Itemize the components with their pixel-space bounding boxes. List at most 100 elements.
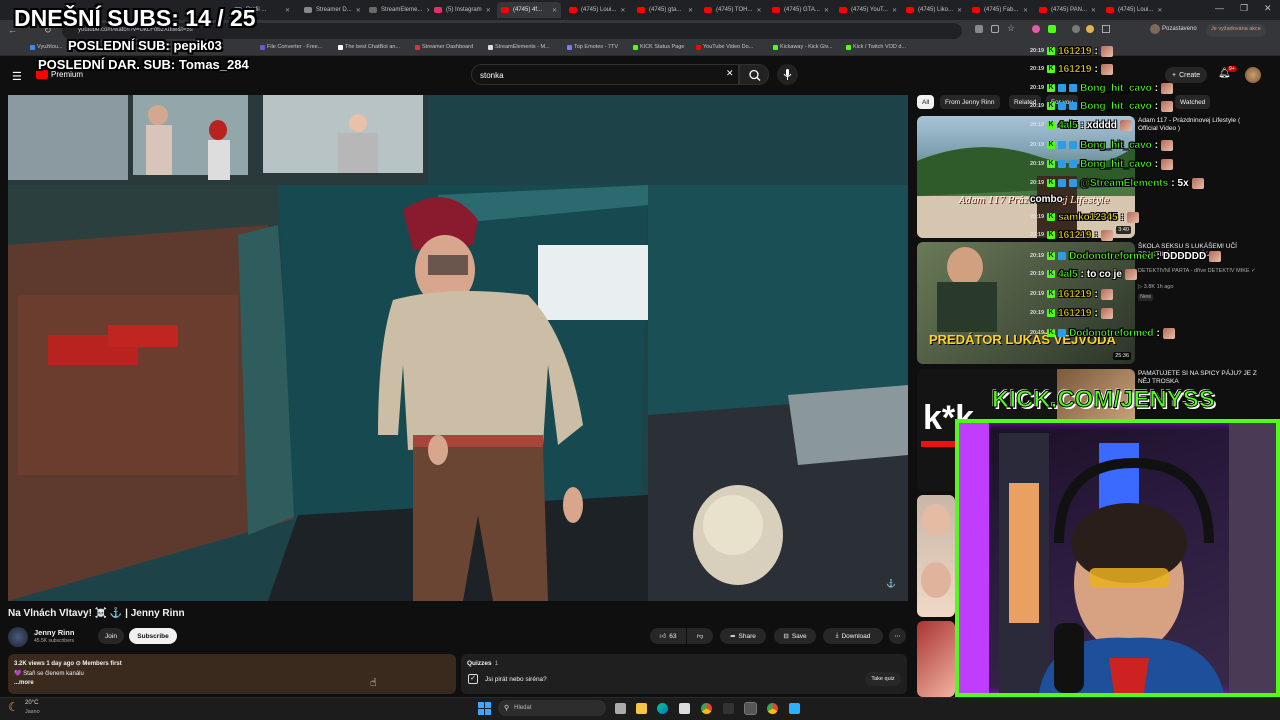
dislike-button[interactable]: 👎︎ [687, 628, 713, 644]
update-required-button[interactable]: Je vyžadována akce [1206, 24, 1266, 37]
chat-username[interactable]: Bong_hit_cavo [1080, 82, 1152, 93]
tab-close-icon[interactable]: ✕ [1019, 7, 1028, 14]
bookmark-item[interactable]: File Converter - Free... [260, 44, 322, 50]
like-button[interactable]: 👍︎ 63 [650, 628, 686, 644]
browser-tab[interactable]: StreamEleme... ✕ [365, 2, 429, 18]
clear-search-icon[interactable]: ✕ [726, 68, 734, 79]
minimize-icon[interactable]: — [1215, 3, 1224, 13]
bookmark-item[interactable]: Využitou... [30, 44, 62, 50]
bookmark-item[interactable]: Top Emotes - 7TV [567, 44, 618, 50]
avatar[interactable] [8, 627, 28, 647]
chat-username[interactable]: 161219 [1058, 229, 1092, 240]
tab-close-icon[interactable]: ✕ [281, 7, 290, 14]
tab-close-icon[interactable]: ✕ [548, 7, 557, 14]
filter-chip[interactable]: From Jenny Rinn [940, 95, 1000, 109]
related-title[interactable]: PAMATUJETE SI NA SPICY PÁJU? JE Z NĚJ TR… [1138, 370, 1263, 386]
related-thumbnail[interactable] [917, 495, 955, 617]
extension-icon[interactable] [1048, 25, 1056, 33]
browser-tab[interactable]: (4745) 4f... ✕ [497, 2, 561, 18]
share-button[interactable]: ➦ Share [720, 628, 766, 644]
translate-icon[interactable] [975, 25, 983, 33]
join-button[interactable]: Join [98, 628, 124, 644]
video-player[interactable]: ⚓ [8, 95, 908, 601]
extension-icon[interactable] [1032, 25, 1040, 33]
browser-tab[interactable]: (4745) gta... ✕ [633, 2, 697, 18]
filter-chip[interactable]: Watched [1175, 95, 1211, 109]
filter-chip[interactable]: All [917, 95, 935, 109]
show-more-link[interactable]: ...more [14, 680, 34, 686]
cast-icon[interactable] [991, 25, 999, 33]
more-actions-button[interactable]: ⋯ [889, 628, 906, 644]
search-input[interactable]: stonka [471, 64, 739, 85]
browser-tab[interactable]: (4745) TOH... ✕ [700, 2, 764, 18]
chat-username[interactable]: @StreamElements [1080, 177, 1169, 188]
taskbar-search[interactable]: ⚲ Hledat [498, 700, 606, 716]
chat-username[interactable]: 161219 [1058, 63, 1092, 74]
description-box[interactable]: 3.2K views 1 day ago ⊙ Members first 💜 S… [8, 654, 456, 694]
tab-close-icon[interactable]: ✕ [1153, 7, 1162, 14]
browser-tab[interactable]: (4745) Loui... ✕ [1102, 2, 1162, 18]
download-button[interactable]: ⤓ Download [823, 628, 883, 644]
extensions-puzzle-icon[interactable] [1102, 25, 1110, 33]
bookmark-item[interactable]: Streamer Dashboard [415, 44, 473, 50]
tab-close-icon[interactable]: ✕ [953, 7, 962, 14]
obs-icon[interactable] [744, 702, 757, 715]
task-view-icon[interactable] [615, 703, 626, 714]
tab-close-icon[interactable]: ✕ [482, 7, 491, 14]
close-window-icon[interactable]: ✕ [1264, 3, 1272, 14]
tab-close-icon[interactable]: ✕ [352, 7, 361, 14]
tab-close-icon[interactable]: ✕ [684, 7, 693, 14]
browser-tab[interactable]: (4745) YouT... ✕ [835, 2, 899, 18]
take-quiz-button[interactable]: Take quiz [865, 672, 901, 686]
app-icon[interactable] [789, 703, 800, 714]
chat-username[interactable]: 161219 [1058, 45, 1092, 56]
chrome-icon[interactable] [701, 703, 712, 714]
extension-icon[interactable] [1072, 25, 1080, 33]
chat-username[interactable]: Dodonotreformed [1069, 327, 1154, 338]
menu-icon[interactable]: ☰ [12, 70, 22, 83]
bookmark-item[interactable]: Kick / Twitch VOD d... [846, 44, 906, 50]
related-channel[interactable]: DETEKTIVNÍ PARTA - dříve DETEKTIV MIKE ✓ [1138, 268, 1263, 275]
chat-username[interactable]: 4al5 [1058, 119, 1078, 130]
bookmark-item[interactable]: Kickaway - Kick Giv... [773, 44, 832, 50]
windows-start-icon[interactable] [478, 702, 491, 715]
maximize-icon[interactable]: ❐ [1240, 3, 1248, 14]
bookmark-item[interactable]: The best ChatBot an... [338, 44, 400, 50]
search-button[interactable] [739, 64, 769, 85]
chat-username[interactable]: Bong_hit_cavo [1080, 158, 1152, 169]
browser-tab[interactable]: (4745) Liko... ✕ [902, 2, 966, 18]
chat-username[interactable]: 161219 [1058, 288, 1092, 299]
browser-tab[interactable]: (4745) PAN... ✕ [1035, 2, 1099, 18]
extension-icon[interactable] [1086, 25, 1094, 33]
browser-tab[interactable]: (4745) Fab... ✕ [968, 2, 1032, 18]
profile-status[interactable]: Pozastaveno [1162, 26, 1197, 32]
avatar[interactable] [1245, 67, 1261, 83]
file-explorer-icon[interactable] [636, 703, 647, 714]
avatar[interactable] [1150, 24, 1160, 34]
browser-tab[interactable]: Streamer D... ✕ [300, 2, 364, 18]
voice-search-button[interactable] [777, 64, 798, 85]
edge-icon[interactable] [657, 703, 668, 714]
related-thumbnail[interactable] [917, 621, 955, 697]
tab-close-icon[interactable]: ✕ [888, 7, 897, 14]
store-icon[interactable] [679, 703, 690, 714]
browser-tab[interactable]: (4745) GTA... ✕ [768, 2, 832, 18]
bookmark-item[interactable]: StreamElements - M... [488, 44, 550, 50]
chat-username[interactable]: 161219 [1058, 307, 1092, 318]
subscribe-button[interactable]: Subscribe [129, 628, 177, 644]
tab-close-icon[interactable]: ✕ [1087, 7, 1096, 14]
chat-username[interactable]: samko12345 [1058, 211, 1118, 222]
weather-temp[interactable]: 20°C [25, 700, 38, 706]
save-button[interactable]: ⊟ Save [774, 628, 816, 644]
bookmark-item[interactable]: YouTube Video Do... [696, 44, 753, 50]
tab-close-icon[interactable]: ✕ [820, 7, 829, 14]
browser-tab[interactable]: (4745) Loui... ✕ [565, 2, 629, 18]
chrome-icon[interactable] [767, 703, 778, 714]
app-icon[interactable] [723, 703, 734, 714]
tab-close-icon[interactable]: ✕ [616, 7, 625, 14]
channel-name[interactable]: Jenny Rinn [34, 628, 74, 637]
chat-username[interactable]: Dodonotreformed [1069, 250, 1154, 261]
browser-tab[interactable]: (5) Instagram ✕ [430, 2, 494, 18]
moon-weather-icon[interactable]: ☾ [8, 700, 19, 714]
chat-username[interactable]: Bong_hit_cavo [1080, 100, 1152, 111]
